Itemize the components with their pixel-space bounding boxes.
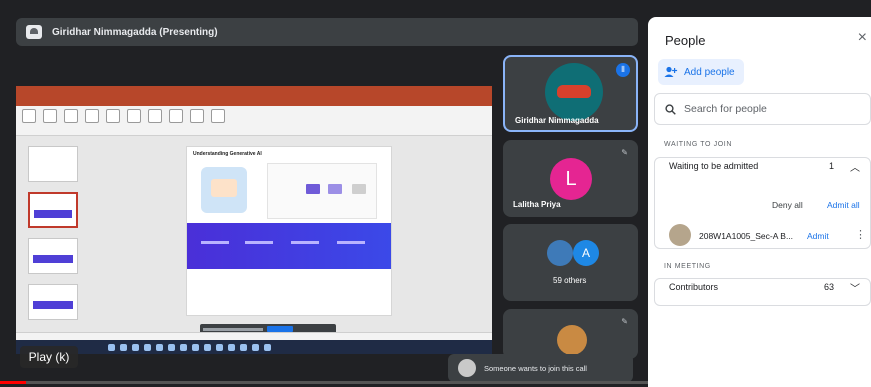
powerpoint-statusbar [16,332,492,340]
powerpoint-ribbon [16,106,492,136]
presenting-bar: Giridhar Nimmagadda (Presenting) [16,18,638,46]
windows-taskbar [16,340,492,354]
participant-name: Lalitha Priya [513,200,561,209]
slide-thumbnail [28,238,78,274]
slide-thumbnail [28,284,78,320]
participant-tile-presenter[interactable]: ⦀ Giridhar Nimmagadda [503,55,638,132]
slide-title: Understanding Generative AI [193,151,262,157]
progress-fill [0,381,27,384]
in-meeting-label: IN MEETING [664,263,711,270]
participant-tile[interactable]: ✎ [503,309,638,359]
toast-text: Someone wants to join this call [484,363,587,373]
avatar [547,240,573,266]
search-input[interactable]: Search for people [654,93,871,125]
more-options-icon[interactable]: ⋮ [855,228,866,241]
slide-illustration [201,167,247,213]
close-icon[interactable]: × [858,29,867,47]
mic-off-icon: ✎ [621,317,628,326]
slide-thumbnails [20,142,82,328]
slide-diagram [267,163,377,219]
powerpoint-tabs [16,98,492,106]
avatar [669,224,691,246]
mic-off-icon: ✎ [621,148,628,157]
powerpoint-titlebar [16,86,492,98]
slide-thumbnail-selected [28,192,78,228]
people-panel: People × Add people Search for people WA… [648,17,871,387]
participant-tile-others[interactable]: A 59 others [503,224,638,301]
avatar [545,63,603,121]
others-count: 59 others [553,276,587,285]
request-name: 208W1A1005_Sec-A B... [699,231,794,241]
contributors-label: Contributors [669,282,719,292]
waiting-to-join-group: Waiting to be admitted 1 ︿ Deny all Admi… [654,157,871,249]
waiting-section-label: WAITING TO JOIN [664,141,732,148]
search-placeholder: Search for people [684,103,767,115]
join-request-toast[interactable]: Someone wants to join this call [448,354,633,382]
waiting-row-label: Waiting to be admitted [669,161,759,171]
admit-all-button[interactable]: Admit all [827,200,860,210]
present-screen-icon [26,25,42,39]
in-meeting-group: Contributors 63 ﹀ [654,278,871,306]
search-icon [665,103,676,115]
avatar [557,325,587,355]
video-frame: Giridhar Nimmagadda (Presenting) Underst… [0,0,871,387]
slide-banner [187,223,391,269]
chevron-up-icon[interactable]: ︿ [850,159,860,174]
current-slide: Understanding Generative AI [186,146,392,316]
panel-title: People [665,33,706,48]
shared-screen: Understanding Generative AI [16,86,492,340]
avatar [458,359,476,377]
add-people-button[interactable]: Add people [658,59,744,85]
admit-button[interactable]: Admit [807,231,829,241]
deny-all-button[interactable]: Deny all [772,200,803,210]
avatar: L [550,158,592,200]
waiting-count: 1 [828,161,834,171]
chevron-down-icon[interactable]: ﹀ [850,280,860,295]
participant-name: Giridhar Nimmagadda [515,116,599,125]
play-button[interactable]: Play (k) [20,346,78,368]
contributors-count: 63 [823,282,834,292]
add-person-icon [664,66,678,77]
slide-thumbnail [28,146,78,182]
presenter-title: Giridhar Nimmagadda (Presenting) [52,26,218,38]
participant-tile[interactable]: ✎ L Lalitha Priya [503,140,638,217]
speaking-indicator-icon: ⦀ [616,63,630,77]
add-people-label: Add people [684,66,735,78]
avatar: A [573,240,599,266]
